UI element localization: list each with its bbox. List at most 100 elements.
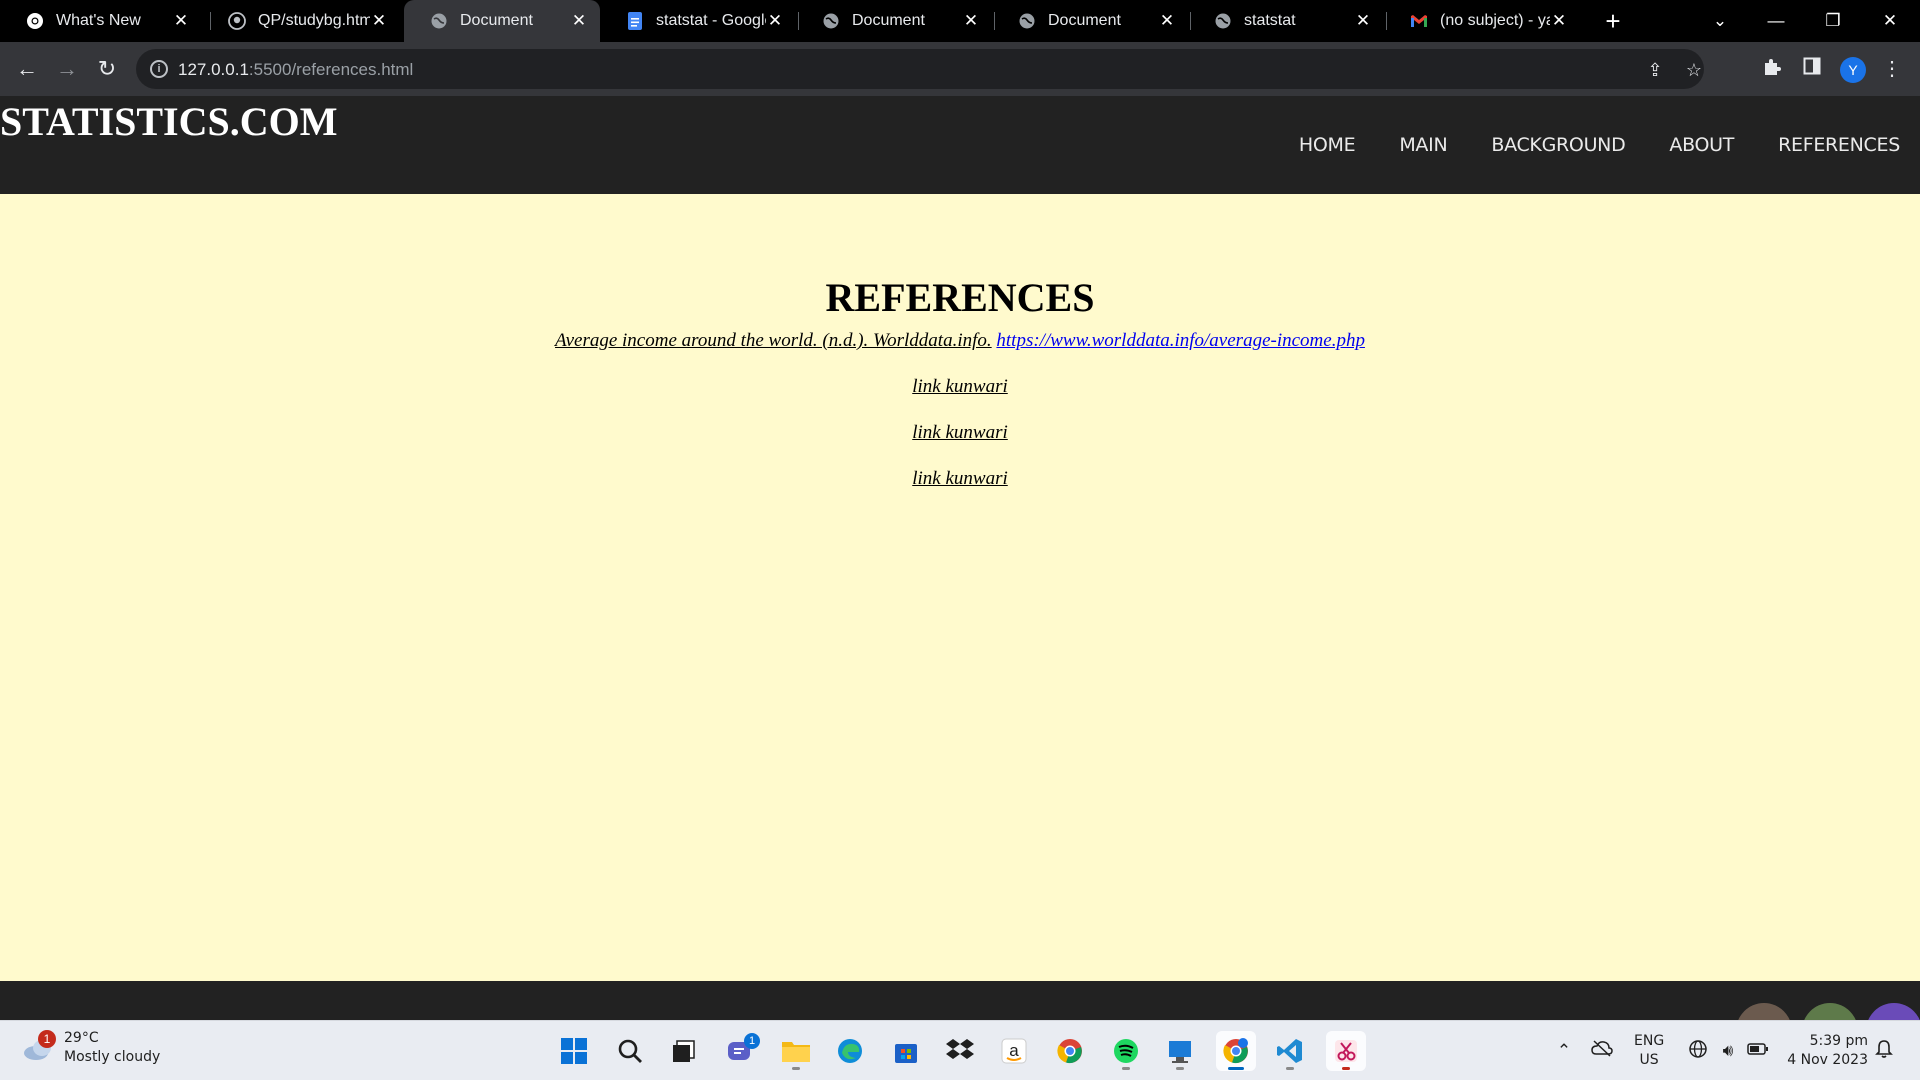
google-docs-icon (626, 12, 644, 30)
close-tab-icon[interactable]: ✕ (1550, 11, 1568, 31)
svg-text:a: a (1009, 1041, 1019, 1060)
profile-avatar[interactable]: Y (1840, 57, 1866, 83)
weather-text: 29°C Mostly cloudy (64, 1029, 160, 1067)
nav-home[interactable]: HOME (1299, 134, 1356, 156)
search-icon[interactable] (610, 1031, 650, 1071)
address-url: 127.0.0.1:5500/references.html (178, 60, 414, 79)
tab-title: statstat - Google (656, 12, 766, 29)
weather-badge: 1 (38, 1030, 56, 1048)
dropbox-icon[interactable] (940, 1031, 980, 1071)
edge-icon[interactable] (830, 1031, 870, 1071)
task-view-icon[interactable] (664, 1031, 704, 1071)
address-bar[interactable]: i 127.0.0.1:5500/references.html ⇪ ☆ (136, 49, 1704, 89)
desktop-app-icon[interactable] (1160, 1031, 1200, 1071)
tab-whats-new[interactable]: What's New ✕ (0, 0, 202, 42)
tab-statstat[interactable]: statstat ✕ (1188, 0, 1384, 42)
clock-time: 5:39 pm (1809, 1033, 1868, 1049)
notification-bell-icon[interactable] (1872, 1039, 1896, 1063)
browser-tab-strip: What's New ✕ QP/studybg.html ✕ Document … (0, 0, 1920, 42)
network-globe-icon[interactable] (1686, 1039, 1710, 1063)
tab-document-active[interactable]: Document ✕ (404, 0, 600, 42)
share-icon[interactable]: ⇪ (1644, 59, 1666, 81)
reference-link[interactable]: link kunwari (0, 422, 1920, 444)
vscode-icon[interactable] (1270, 1031, 1310, 1071)
system-clock[interactable]: 5:39 pm 4 Nov 2023 (1784, 1032, 1868, 1070)
page-title: REFERENCES (825, 275, 1095, 320)
forward-button[interactable]: → (52, 54, 82, 84)
site-header: STATISTICS.COM HOME MAIN BACKGROUND ABOU… (0, 96, 1920, 194)
tab-document[interactable]: Document ✕ (992, 0, 1188, 42)
tab-title: Document (460, 12, 533, 29)
github-icon (228, 12, 246, 30)
restore-button[interactable]: ❐ (1813, 6, 1853, 36)
globe-icon (430, 12, 448, 30)
close-tab-icon[interactable]: ✕ (766, 11, 784, 31)
chrome-icon (26, 12, 44, 30)
reference-link[interactable]: link kunwari (0, 376, 1920, 398)
nav-background[interactable]: BACKGROUND (1491, 134, 1625, 156)
chat-badge: 1 (744, 1033, 760, 1049)
browser-toolbar: ← → ↻ i 127.0.0.1:5500/references.html ⇪… (0, 42, 1920, 96)
minimize-button[interactable]: — (1756, 6, 1796, 36)
show-hidden-icons-chevron-icon[interactable]: ⌃ (1552, 1039, 1576, 1063)
microsoft-store-icon[interactable] (886, 1031, 926, 1071)
nav-main[interactable]: MAIN (1399, 134, 1447, 156)
page-viewport: STATISTICS.COM HOME MAIN BACKGROUND ABOU… (0, 96, 1920, 1020)
chrome-icon[interactable] (1050, 1031, 1090, 1071)
close-window-button[interactable]: ✕ (1870, 6, 1910, 36)
side-panel-icon[interactable] (1800, 57, 1824, 81)
chrome-profile-icon[interactable] (1216, 1031, 1256, 1071)
reference-link[interactable]: link kunwari (0, 468, 1920, 490)
running-indicator (1342, 1067, 1350, 1070)
site-nav: HOME MAIN BACKGROUND ABOUT REFERENCES (1255, 134, 1900, 156)
close-tab-icon[interactable]: ✕ (570, 11, 588, 31)
running-indicator (1286, 1067, 1294, 1070)
tab-search-chevron-icon[interactable]: ⌄ (1700, 6, 1740, 36)
tab-github[interactable]: QP/studybg.html ✕ (202, 0, 400, 42)
browser-menu-icon[interactable]: ⋮ (1880, 57, 1904, 81)
snipping-tool-icon[interactable] (1326, 1031, 1366, 1071)
cloud-icon: 1 (22, 1030, 56, 1062)
amazon-icon[interactable]: a (994, 1031, 1034, 1071)
file-explorer-icon[interactable] (776, 1031, 816, 1071)
language-indicator[interactable]: ENG US (1634, 1032, 1664, 1070)
close-tab-icon[interactable]: ✕ (370, 11, 388, 31)
tab-title: statstat (1244, 12, 1296, 29)
site-logo[interactable]: STATISTICS.COM (0, 98, 338, 145)
close-tab-icon[interactable]: ✕ (1158, 11, 1176, 31)
tab-title: What's New (56, 12, 141, 29)
extensions-puzzle-icon[interactable] (1760, 57, 1784, 81)
reference-url-link[interactable]: https://www.worlddata.info/average-incom… (996, 330, 1365, 351)
running-indicator (1122, 1067, 1130, 1070)
weather-condition: Mostly cloudy (64, 1049, 161, 1065)
reload-button[interactable]: ↻ (92, 54, 122, 84)
site-info-icon[interactable]: i (150, 60, 168, 78)
weather-widget[interactable]: 1 29°C Mostly cloudy (22, 1029, 160, 1067)
onedrive-offline-icon[interactable] (1590, 1039, 1614, 1063)
clock-date: 4 Nov 2023 (1787, 1052, 1868, 1068)
volume-icon[interactable]: 🔊︎ (1716, 1039, 1740, 1063)
tab-google-docs[interactable]: statstat - Google ✕ (600, 0, 796, 42)
close-tab-icon[interactable]: ✕ (1354, 11, 1372, 31)
tab-document[interactable]: Document ✕ (796, 0, 992, 42)
tab-gmail[interactable]: (no subject) - yas ✕ (1384, 0, 1580, 42)
close-tab-icon[interactable]: ✕ (172, 11, 190, 31)
running-indicator (1228, 1067, 1244, 1070)
globe-icon (1214, 12, 1232, 30)
windows-taskbar: 1 29°C Mostly cloudy 1 a ⌃ ENG US 🔊︎ 5:3… (0, 1020, 1920, 1080)
start-button[interactable] (554, 1031, 594, 1071)
nav-references[interactable]: REFERENCES (1778, 134, 1900, 156)
reference-citation[interactable]: Average income around the world. (n.d.).… (555, 330, 992, 351)
teams-chat-icon[interactable]: 1 (720, 1031, 760, 1071)
back-button[interactable]: ← (12, 54, 42, 84)
globe-icon (1018, 12, 1036, 30)
running-indicator (1176, 1067, 1184, 1070)
globe-icon (822, 12, 840, 30)
bookmark-star-icon[interactable]: ☆ (1683, 59, 1705, 81)
temperature: 29°C (64, 1030, 99, 1046)
close-tab-icon[interactable]: ✕ (962, 11, 980, 31)
nav-about[interactable]: ABOUT (1669, 134, 1734, 156)
new-tab-button[interactable]: + (1598, 6, 1628, 36)
battery-icon[interactable] (1746, 1039, 1770, 1063)
spotify-icon[interactable] (1106, 1031, 1146, 1071)
